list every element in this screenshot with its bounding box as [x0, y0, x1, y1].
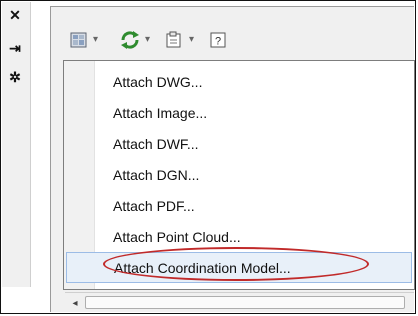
close-icon[interactable]: ✕ [6, 6, 24, 24]
change-path-dropdown-arrow[interactable]: ▾ [189, 34, 194, 45]
toolbar: ▾ ▾ ▾ ? [51, 7, 415, 65]
scrollbar-thumb[interactable] [85, 296, 405, 309]
attach-xref-icon [70, 32, 87, 48]
menu-item-attach-point-cloud[interactable]: Attach Point Cloud... [66, 221, 412, 252]
refresh-icon [121, 31, 139, 49]
menu-item-attach-dwg[interactable]: Attach DWG... [66, 66, 412, 97]
attach-button[interactable] [69, 28, 89, 52]
menu-item-label: Attach PDF... [113, 197, 195, 214]
menu-item-attach-dgn[interactable]: Attach DGN... [66, 159, 412, 190]
menu-item-label: Attach Coordination Model... [114, 259, 291, 276]
menu-item-attach-coordination-model[interactable]: Attach Coordination Model... [66, 247, 412, 283]
help-button[interactable]: ? [208, 28, 228, 52]
attach-dropdown-arrow[interactable]: ▾ [93, 34, 98, 45]
scroll-left-icon[interactable]: ◂ [69, 297, 81, 309]
refresh-button[interactable] [119, 28, 141, 52]
horizontal-scrollbar[interactable]: ◂ [65, 292, 414, 312]
refresh-dropdown-arrow[interactable]: ▾ [145, 34, 150, 45]
attach-dropdown-menu: Attach DWG... Attach Image... Attach DWF… [63, 60, 415, 290]
change-path-icon [166, 31, 181, 48]
menu-item-label: Attach Point Cloud... [113, 228, 241, 245]
external-references-panel: ▾ ▾ ▾ ? Attach DWG... Attach Image... At… [50, 6, 415, 312]
properties-icon[interactable]: ✲ [6, 68, 24, 86]
menu-item-label: Attach DGN... [113, 166, 200, 183]
menu-item-attach-pdf[interactable]: Attach PDF... [66, 190, 412, 221]
change-path-button[interactable] [163, 28, 185, 52]
svg-text:?: ? [215, 36, 221, 48]
help-icon: ? [210, 32, 226, 48]
palette-side-strip: ✕ ⇥ ✲ [2, 2, 31, 287]
menu-item-label: Attach DWG... [113, 73, 203, 90]
menu-item-attach-dwf[interactable]: Attach DWF... [66, 128, 412, 159]
menu-item-label: Attach DWF... [113, 135, 199, 152]
menu-item-label: Attach Image... [113, 104, 208, 121]
menu-item-attach-image[interactable]: Attach Image... [66, 97, 412, 128]
auto-hide-icon[interactable]: ⇥ [6, 39, 24, 57]
